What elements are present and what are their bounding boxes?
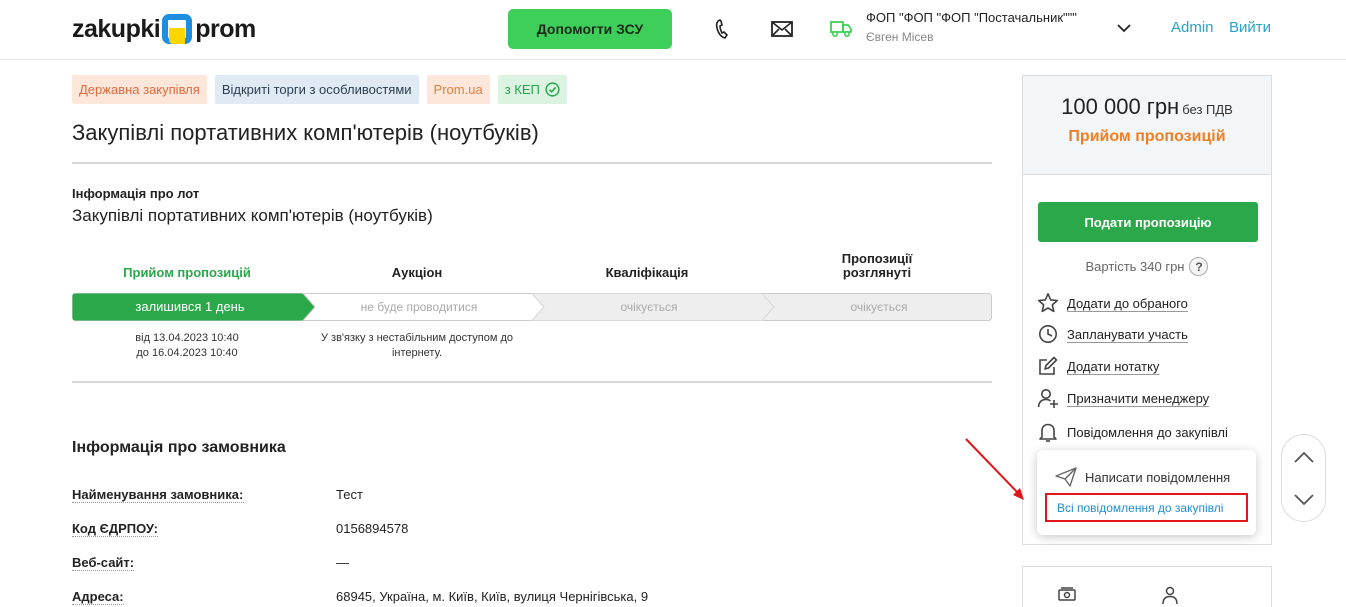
tender-tags: Державна закупівля Відкриті торги з особ…: [72, 75, 567, 104]
clock-icon: [1037, 323, 1059, 345]
company-user-name: Євген Місев: [866, 30, 934, 44]
question-icon[interactable]: ?: [1189, 257, 1209, 276]
tag-gov-procurement: Державна закупівля: [72, 75, 207, 104]
chevron-down-icon: [1293, 493, 1314, 505]
company-name: ФОП "ФОП "ФОП "Постачальник""": [866, 10, 1077, 25]
action-plan-participation[interactable]: Запланувати участь: [1037, 322, 1188, 346]
send-icon: [1055, 467, 1077, 487]
customer-address-value: 68945, Україна, м. Київ, Київ, вулиця Че…: [336, 589, 649, 604]
auction-note-line2: інтернету.: [391, 347, 443, 359]
stage-bar-label-qualification: очікується: [620, 300, 677, 314]
action-label: Запланувати участь: [1067, 326, 1188, 342]
customer-row-code: Код ЄДРПОУ: 0156894578: [72, 521, 972, 541]
lot-info-label: Інформація про лот: [72, 186, 200, 201]
price-value: 100 000 грн: [1061, 94, 1180, 119]
truck-icon: [829, 17, 853, 39]
user-icon: [1160, 585, 1180, 607]
action-label: Додати до обраного: [1067, 295, 1188, 311]
bell-icon: [1037, 421, 1059, 443]
chevron-down-icon[interactable]: [1116, 20, 1132, 41]
divider: [72, 381, 992, 383]
note-edit-icon: [1037, 355, 1059, 377]
admin-link[interactable]: Admin: [1171, 19, 1214, 36]
stage-title-proposals: Прийом пропозицій: [123, 265, 251, 280]
customer-info-title: Інформація про замовника: [72, 439, 286, 456]
all-messages-link[interactable]: Всі повідомлення до закупівлі: [1045, 493, 1248, 522]
customer-website-label: Веб-сайт:: [72, 555, 135, 571]
logo-text-right: prom: [195, 14, 256, 43]
submit-proposal-button[interactable]: Подати пропозицію: [1038, 202, 1258, 242]
customer-row-website: Веб-сайт: —: [72, 555, 972, 575]
price-line: 100 000 грн без ПДВ: [1023, 76, 1271, 120]
site-logo[interactable]: zakupki prom: [72, 12, 256, 46]
lot-name: Закупівлі портативних комп'ютерів (ноутб…: [72, 206, 433, 225]
action-add-note[interactable]: Додати нотатку: [1037, 354, 1159, 378]
customer-code-value: 0156894578: [336, 521, 409, 536]
action-assign-manager[interactable]: Призначити менеджеру: [1037, 386, 1209, 410]
customer-name-label: Найменування замовника:: [72, 487, 244, 503]
action-add-favorite[interactable]: Додати до обраного: [1037, 291, 1188, 315]
tag-open-bidding: Відкриті торги з особливостями: [214, 75, 419, 104]
tag-kep: з КЕП: [497, 75, 567, 104]
page-title: Закупівлі портативних комп'ютерів (ноутб…: [72, 120, 539, 145]
check-circle-icon: [545, 82, 560, 97]
action-label: Повідомлення до закупівлі: [1067, 424, 1228, 440]
cost-text: Вартість 340 грн: [1085, 259, 1185, 274]
messages-dropdown: Написати повідомлення Всі повідомлення д…: [1037, 450, 1256, 535]
customer-row-address: Адреса: 68945, Україна, м. Київ, Київ, в…: [72, 589, 972, 607]
scroll-up-button[interactable]: [1282, 435, 1325, 478]
secondary-side-panel: [1022, 566, 1272, 607]
write-message-item[interactable]: Написати повідомлення: [1055, 467, 1230, 487]
stage-bar-label-active: залишився 1 день: [135, 299, 244, 314]
customer-row-name: Найменування замовника: Тест: [72, 487, 972, 507]
help-army-button[interactable]: Допомогти ЗСУ: [508, 9, 672, 49]
user-add-icon: [1037, 387, 1059, 409]
action-label: Додати нотатку: [1067, 358, 1160, 374]
auction-note-line1: У зв'язку з нестабільним доступом до: [320, 332, 513, 344]
auction-note: У зв'язку з нестабільним доступом до інт…: [302, 331, 532, 361]
scroll-widget: [1281, 434, 1326, 522]
stage-progress-bar: залишився 1 день не буде проводитися очі…: [72, 293, 992, 321]
company-selector[interactable]: ФОП "ФОП "ФОП "Постачальник""" Євген Міс…: [866, 10, 1106, 44]
phone-icon[interactable]: [710, 18, 734, 40]
stage-title-reviewed-line1: Пропозиції: [841, 251, 913, 266]
customer-name-value: Тест: [336, 487, 363, 502]
logo-mark-icon: [162, 14, 193, 44]
tag-kep-label: з КЕП: [504, 82, 540, 97]
stage-title-reviewed-line2: розглянуті: [842, 265, 912, 280]
logout-link[interactable]: Вийти: [1229, 19, 1271, 36]
stage-title-reviewed: Пропозиції розглянуті: [762, 252, 992, 280]
stage-title-auction: Аукціон: [391, 265, 443, 280]
stage-title-qualification: Кваліфікація: [605, 265, 689, 280]
chevron-up-icon: [1293, 451, 1314, 463]
annotation-arrow-icon: [965, 438, 1024, 500]
divider: [72, 162, 992, 164]
money-icon: [1057, 585, 1077, 607]
write-message-label: Написати повідомлення: [1085, 469, 1231, 485]
logo-text-left: zakupki: [72, 14, 161, 43]
action-messages[interactable]: Повідомлення до закупівлі: [1037, 420, 1228, 444]
participation-cost: Вартість 340 грн ?: [1023, 257, 1271, 276]
mail-icon[interactable]: [770, 18, 794, 40]
stage-date-from: від 13.04.2023 10:40: [135, 332, 239, 344]
action-label: Призначити менеджеру: [1067, 390, 1210, 406]
scroll-down-button[interactable]: [1282, 478, 1325, 521]
stage-dates: від 13.04.2023 10:40 до 16.04.2023 10:40: [72, 331, 302, 361]
customer-website-value: —: [336, 555, 349, 570]
star-icon: [1037, 292, 1059, 314]
tender-status: Прийом пропозицій: [1068, 128, 1226, 145]
top-header: zakupki prom Допомогти ЗСУ ФОП "ФОП "ФОП…: [0, 0, 1346, 60]
tag-prom: Prom.ua: [426, 75, 490, 104]
stage-bar-label-reviewed: очікується: [850, 300, 907, 314]
customer-code-label: Код ЄДРПОУ:: [72, 521, 158, 537]
stages-header: Прийом пропозицій Аукціон Кваліфікація П…: [72, 252, 992, 292]
price-box: 100 000 грн без ПДВ Прийом пропозицій: [1023, 76, 1271, 175]
stage-date-to: до 16.04.2023 10:40: [136, 347, 238, 359]
price-vat: без ПДВ: [1182, 102, 1233, 117]
stage-bar-label-auction: не буде проводитися: [361, 300, 478, 314]
customer-address-label: Адреса:: [72, 589, 124, 605]
